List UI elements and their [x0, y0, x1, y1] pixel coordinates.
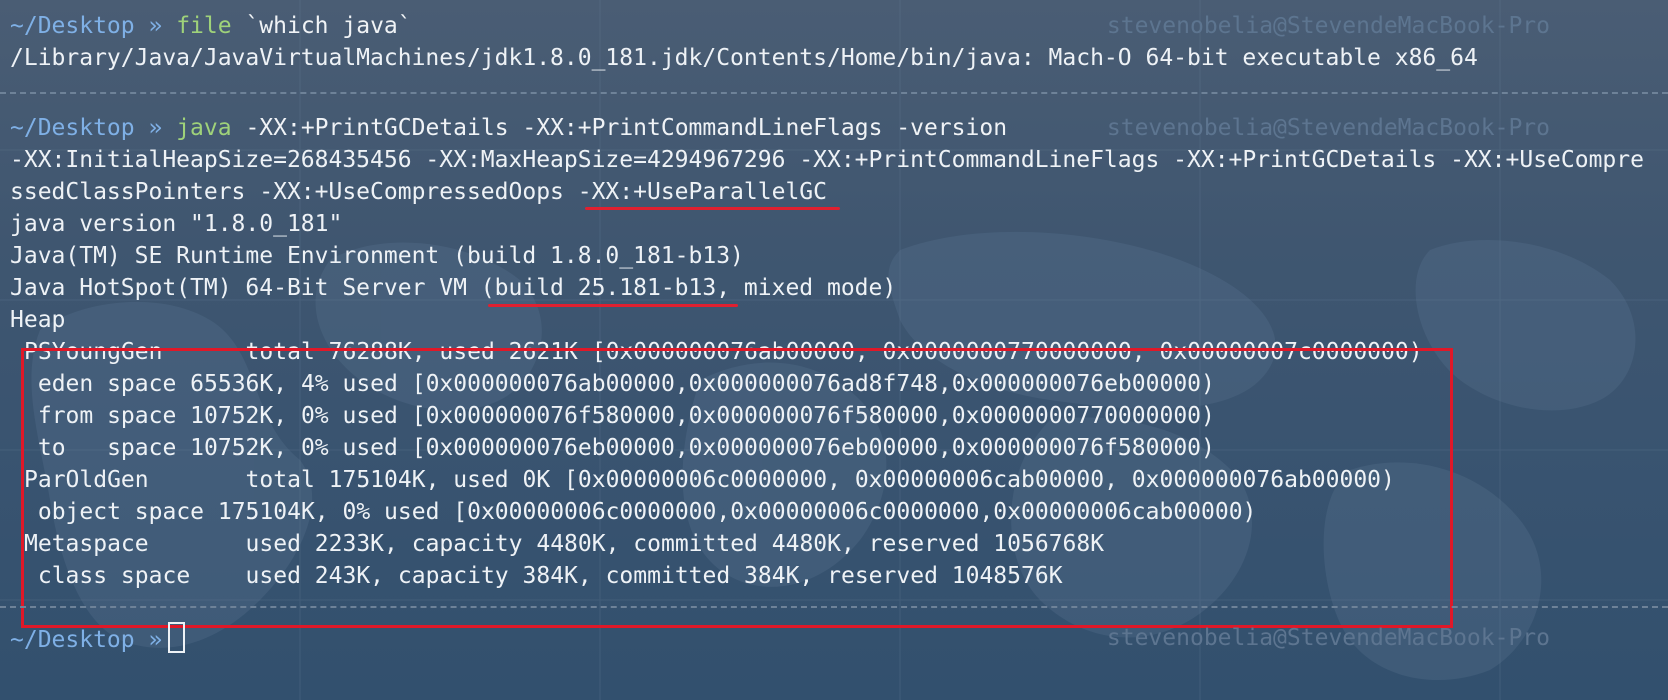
red-underline-annotation: [488, 304, 738, 307]
prompt-cwd: ~/Desktop: [10, 627, 135, 653]
prompt-divider: [0, 606, 1668, 608]
output-file-result: /Library/Java/JavaVirtualMachines/jdk1.8…: [10, 45, 1478, 71]
output-runtime-env: Java(TM) SE Runtime Environment (build 1…: [10, 243, 744, 269]
terminal-window[interactable]: ~/Desktop » file `which java` stevenobel…: [0, 0, 1668, 700]
command-name: file: [176, 13, 232, 39]
red-box-annotation: [21, 348, 1453, 628]
output-java-version: java version "1.8.0_181": [10, 211, 343, 237]
output-flags-line: -XX:InitialHeapSize=268435456 -XX:MaxHea…: [10, 147, 1644, 173]
prompt-arrow: »: [148, 627, 163, 653]
prompt-host: stevenobelia@StevendeMacBook-Pro: [1106, 115, 1550, 141]
prompt-cwd: ~/Desktop: [10, 115, 135, 141]
output-flags-line: ssedClassPointers -XX:+UseCompressedOops…: [10, 179, 827, 205]
prompt-line-current[interactable]: ~/Desktop »: [10, 622, 186, 654]
cursor-block[interactable]: [168, 622, 186, 653]
prompt-cwd: ~/Desktop: [10, 13, 135, 39]
prompt-arrow: »: [148, 13, 163, 39]
prompt-arrow: »: [148, 115, 163, 141]
prompt-host: stevenobelia@StevendeMacBook-Pro: [1106, 625, 1550, 651]
prompt-line-java: ~/Desktop » java -XX:+PrintGCDetails -XX…: [10, 112, 1007, 144]
command-args: -XX:+PrintGCDetails -XX:+PrintCommandLin…: [231, 115, 1008, 141]
prompt-host: stevenobelia@StevendeMacBook-Pro: [1106, 13, 1550, 39]
command-args: `which java`: [231, 13, 412, 39]
prompt-line-file: ~/Desktop » file `which java`: [10, 10, 412, 42]
red-underline-annotation: [585, 207, 840, 210]
command-name: java: [176, 115, 232, 141]
output-hotspot-vm: Java HotSpot(TM) 64-Bit Server VM (build…: [10, 275, 897, 301]
prompt-divider: [0, 92, 1668, 94]
output-heap-title: Heap: [10, 307, 66, 333]
